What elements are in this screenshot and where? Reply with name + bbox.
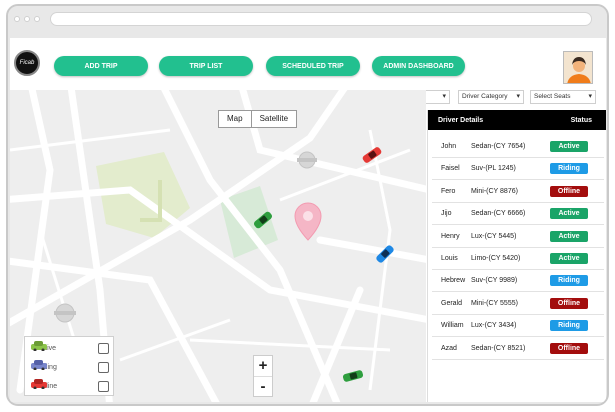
status-badge: Active xyxy=(550,230,588,242)
driver-row[interactable]: Henry Lux-(CY 5445) Active xyxy=(432,226,604,248)
zoom-control: + - xyxy=(253,355,273,397)
app-page: Ficab ADD TRIP TRIP LIST SCHEDULED TRIP … xyxy=(10,38,606,402)
user-avatar[interactable] xyxy=(563,51,593,84)
driver-row[interactable]: Azad Sedan-(CY 8521) Offline xyxy=(432,338,604,360)
status-badge: Riding xyxy=(550,320,588,332)
driver-car: Mini-(CY 5555) xyxy=(471,299,518,307)
driver-car: Mini-(CY 8876) xyxy=(471,187,518,195)
driver-car: Lux-(CY 5445) xyxy=(471,232,517,240)
legend-row-riding: Riding xyxy=(31,360,109,374)
map-view[interactable]: Map Satellite Active Riding Offline xyxy=(10,90,426,402)
zoom-out-button[interactable]: - xyxy=(254,376,272,396)
driver-name: Jijo xyxy=(441,210,452,218)
driver-name: John xyxy=(441,143,457,150)
map-type-satellite-button[interactable]: Satellite xyxy=(250,111,296,127)
browser-window: Ficab ADD TRIP TRIP LIST SCHEDULED TRIP … xyxy=(6,4,609,406)
driver-car: Lux-(CY 3434) xyxy=(471,322,517,330)
driver-car: Sedan-(CY 7654) xyxy=(471,143,526,150)
driver-row[interactable]: Fero Mini-(CY 8876) Offline xyxy=(432,181,604,203)
legend-row-offline: Offline xyxy=(31,379,109,393)
driver-details-heading: Driver Details xyxy=(438,116,484,124)
status-badge: Offline xyxy=(550,185,588,197)
driver-name: Fero xyxy=(441,187,456,195)
legend-checkbox-active[interactable] xyxy=(98,342,109,354)
zoom-in-button[interactable]: + xyxy=(254,356,272,376)
window-controls xyxy=(14,16,40,22)
driver-car: Sedan-(CY 8521) xyxy=(471,344,526,352)
driver-row[interactable]: Jijo Sedan-(CY 6666) Active xyxy=(432,203,604,226)
driver-row[interactable]: Gerald Mini-(CY 5555) Offline xyxy=(432,293,604,315)
driver-row[interactable]: John Sedan-(CY 7654) Active xyxy=(432,136,604,158)
scheduled-trip-button[interactable]: SCHEDULED TRIP xyxy=(266,56,360,76)
status-badge: Riding xyxy=(550,275,588,287)
address-bar[interactable] xyxy=(50,12,592,26)
driver-name: Hebrew xyxy=(441,277,466,285)
status-heading: Status xyxy=(570,116,592,124)
map-type-toggle: Map Satellite xyxy=(218,110,298,128)
legend-row-active: Active xyxy=(31,341,109,355)
driver-car: Suv-(CY 9989) xyxy=(471,277,518,285)
window-dot[interactable] xyxy=(34,16,40,22)
window-dot[interactable] xyxy=(14,16,20,22)
window-dot[interactable] xyxy=(24,16,30,22)
trip-list-button[interactable]: TRIP LIST xyxy=(159,56,253,76)
map-type-map-button[interactable]: Map xyxy=(219,111,251,127)
category-filter-select[interactable]: Driver Category xyxy=(458,90,524,104)
legend-checkbox-offline[interactable] xyxy=(98,380,109,392)
driver-name: William xyxy=(441,322,464,330)
driver-name: Faisel xyxy=(441,165,460,173)
driver-row[interactable]: Hebrew Suv-(CY 9989) Riding xyxy=(432,270,604,293)
driver-name: Azad xyxy=(441,344,457,352)
driver-car: Sedan-(CY 6666) xyxy=(471,210,526,218)
brand-logo[interactable]: Ficab xyxy=(14,50,40,76)
status-badge: Active xyxy=(550,208,588,220)
driver-row[interactable]: Louis Limo-(CY 5420) Active xyxy=(432,248,604,270)
admin-dashboard-button[interactable]: ADMIN DASHBOARD xyxy=(372,56,465,76)
car-status-legend: Active Riding Offline xyxy=(24,336,114,396)
browser-toolbar xyxy=(8,6,607,34)
driver-name: Louis xyxy=(441,255,458,262)
status-badge: Offline xyxy=(550,297,588,309)
driver-car: Suv-(PL 1245) xyxy=(471,165,516,173)
driver-row[interactable]: William Lux-(CY 3434) Riding xyxy=(432,315,604,338)
status-badge: Active xyxy=(550,141,588,152)
seats-filter-select[interactable]: Select Seats xyxy=(530,90,596,104)
car-icon xyxy=(31,360,47,370)
driver-name: Henry xyxy=(441,232,460,240)
driver-table-header: Driver Details Status xyxy=(428,110,606,130)
car-icon xyxy=(31,379,47,389)
driver-car: Limo-(CY 5420) xyxy=(471,255,521,262)
legend-checkbox-riding[interactable] xyxy=(98,361,109,373)
car-icon xyxy=(31,341,47,351)
status-badge: Riding xyxy=(550,163,588,175)
driver-name: Gerald xyxy=(441,299,463,307)
driver-row[interactable]: Faisel Suv-(PL 1245) Riding xyxy=(432,158,604,181)
status-badge: Active xyxy=(550,253,588,264)
status-badge: Offline xyxy=(550,342,588,354)
add-trip-button[interactable]: ADD TRIP xyxy=(54,56,148,76)
driver-details-panel: Driver Details Status John Sedan-(CY 7654… xyxy=(427,110,606,402)
